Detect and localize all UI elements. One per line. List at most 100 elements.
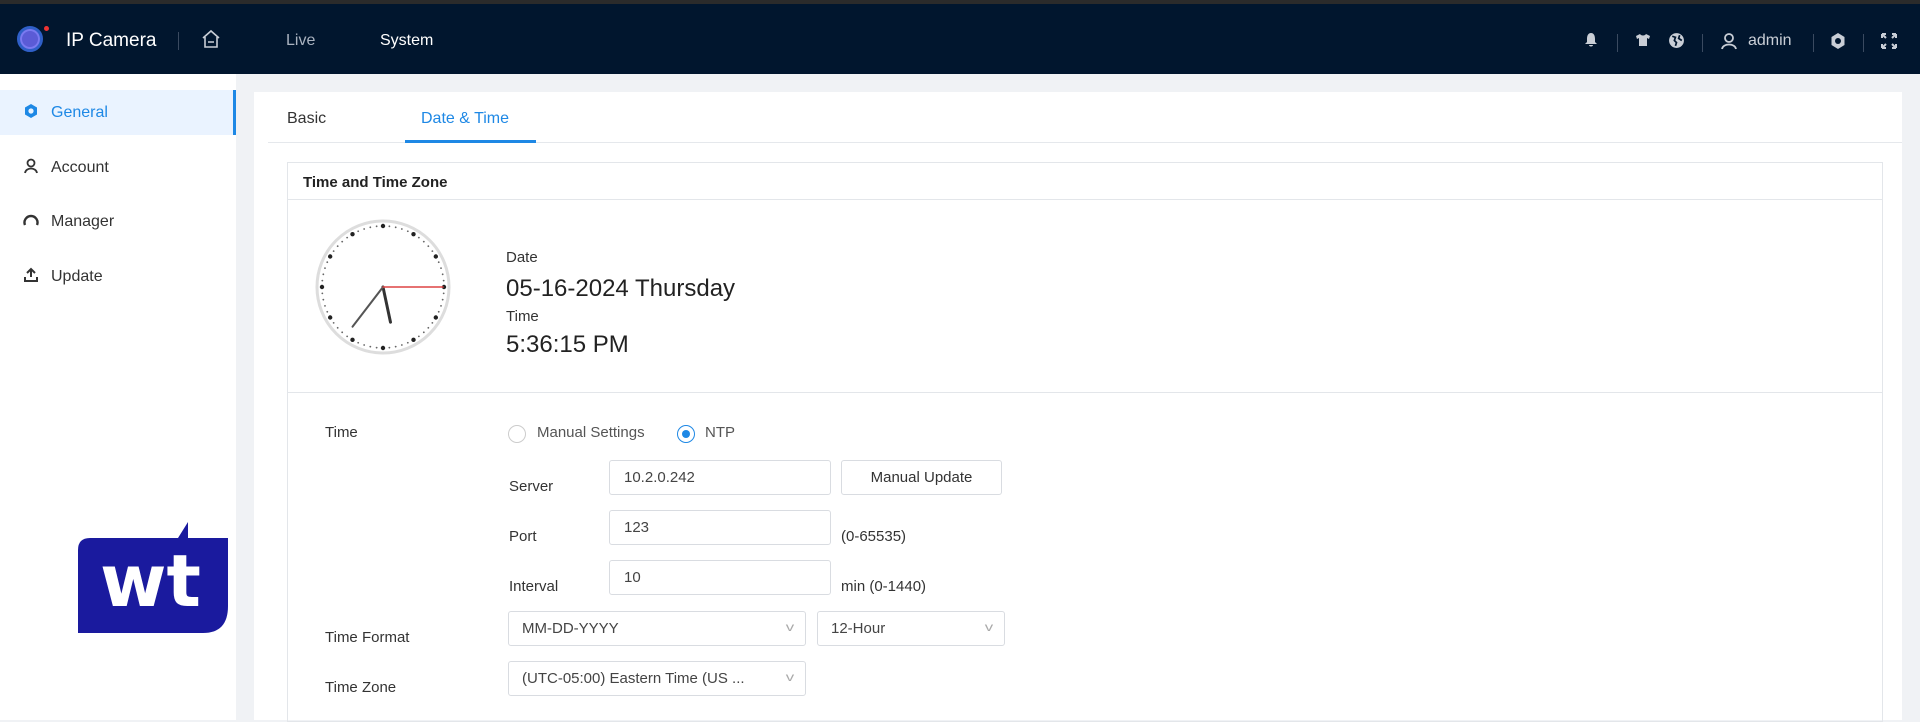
fullscreen-icon[interactable] [1880, 32, 1898, 55]
clock-tick [433, 254, 439, 259]
user-icon[interactable] [1720, 32, 1738, 55]
time-format-label: Time Format [325, 629, 410, 646]
tab-date-time[interactable]: Date & Time [421, 110, 509, 128]
divider [1813, 34, 1814, 52]
ntp-label: NTP [705, 424, 735, 441]
clock-tick [442, 292, 445, 295]
time-label: Time [506, 308, 539, 325]
home-icon[interactable] [200, 28, 222, 55]
gear-icon [22, 103, 40, 123]
globe-icon[interactable] [1668, 32, 1685, 54]
date-format-select[interactable]: MM-DD-YYYY v [508, 611, 806, 646]
active-tab-indicator [405, 140, 536, 143]
sidebar-item-update[interactable]: Update [0, 254, 236, 299]
clock-tick [440, 304, 442, 307]
port-hint: (0-65535) [841, 528, 907, 545]
camera-logo-icon [17, 26, 43, 52]
clock-tick [350, 231, 355, 237]
sidebar-item-label: General [51, 103, 108, 121]
divider [178, 32, 179, 50]
clock-tick [332, 250, 335, 253]
sidebar: General Account Manager Update wt [0, 74, 236, 720]
radio-manual-settings[interactable] [508, 425, 526, 443]
clock-tick [321, 279, 324, 282]
server-label: Server [509, 478, 554, 495]
port-input[interactable]: 123 [609, 510, 831, 545]
clock-tick [437, 310, 440, 313]
clock-tick [440, 267, 442, 270]
clock-tick [394, 345, 397, 348]
shirt-icon[interactable] [1635, 32, 1651, 53]
server-input[interactable]: 10.2.0.242 [609, 460, 831, 495]
upload-icon [22, 267, 40, 287]
clock-tick [411, 231, 416, 237]
hour-format-value: 12-Hour [831, 620, 886, 637]
clock-tick [417, 236, 420, 239]
watermark-logo: wt [78, 522, 230, 639]
time-value: 5:36:15 PM [506, 331, 629, 358]
clock-tick [357, 341, 360, 344]
clock-tick [322, 273, 325, 276]
clock-tick [433, 315, 439, 320]
clock-tick [406, 341, 409, 344]
manual-update-button[interactable]: Manual Update [841, 460, 1002, 495]
hour-format-select[interactable]: 12-Hour v [817, 611, 1005, 646]
bell-icon[interactable] [1583, 32, 1599, 53]
clock-tick [380, 345, 386, 351]
port-label: Port [509, 528, 537, 545]
user-icon [22, 158, 40, 178]
clock-tick [442, 279, 445, 282]
divider [288, 392, 1882, 393]
clock-tick [357, 230, 360, 233]
sidebar-item-general[interactable]: General [0, 90, 236, 135]
clock-tick [388, 346, 391, 349]
clock-tick [324, 267, 326, 270]
clock-tick [363, 228, 366, 230]
sidebar-item-label: Update [51, 267, 103, 285]
tab-basic[interactable]: Basic [287, 110, 326, 128]
clock-tick [363, 344, 366, 346]
divider [1617, 34, 1618, 52]
user-name[interactable]: admin [1748, 32, 1792, 50]
clock-tick [327, 315, 333, 320]
nav-system[interactable]: System [380, 32, 433, 50]
clock-tick [341, 331, 344, 334]
clock-tick [380, 223, 386, 229]
interval-hint: min (0-1440) [841, 578, 927, 595]
sidebar-item-manager[interactable]: Manager [0, 199, 236, 244]
clock-tick [441, 298, 444, 301]
time-zone-select[interactable]: (UTC-05:00) Eastern Time (US ... v [508, 661, 806, 696]
clock-tick [437, 261, 440, 264]
clock-tick [388, 225, 391, 228]
chevron-down-icon: v [984, 620, 994, 634]
clock-tick [327, 254, 333, 259]
date-format-value: MM-DD-YYYY [522, 620, 619, 637]
clock-tick [322, 298, 325, 301]
date-value: 05-16-2024 Thursday [506, 275, 736, 302]
clock-tick [350, 337, 355, 343]
clock-tick [411, 337, 416, 343]
clock-tick [336, 326, 339, 329]
svg-text:wt: wt [100, 539, 201, 623]
clock-tick [326, 310, 329, 313]
time-mode-label: Time [325, 424, 358, 441]
clock-tick [321, 292, 324, 295]
status-dot [44, 26, 49, 31]
settings-icon[interactable] [1829, 32, 1847, 55]
clock-tick [431, 250, 434, 253]
sidebar-item-account[interactable]: Account [0, 145, 236, 190]
gauge-icon [22, 212, 40, 232]
interval-input[interactable]: 10 [609, 560, 831, 595]
nav-live[interactable]: Live [286, 32, 315, 50]
time-zone-section: Time and Time Zone Date 05-16-2024 Thurs… [287, 162, 1883, 722]
clock-tick [431, 321, 434, 324]
chevron-down-icon: v [785, 620, 795, 634]
clock-tick [406, 230, 409, 233]
chevron-down-icon: v [785, 670, 795, 684]
clock-tick [346, 236, 349, 239]
interval-label: Interval [509, 578, 559, 595]
time-zone-label: Time Zone [325, 679, 397, 696]
radio-ntp[interactable] [677, 425, 695, 443]
time-zone-value: (UTC-05:00) Eastern Time (US ... [522, 670, 745, 687]
clock-tick [341, 240, 344, 243]
